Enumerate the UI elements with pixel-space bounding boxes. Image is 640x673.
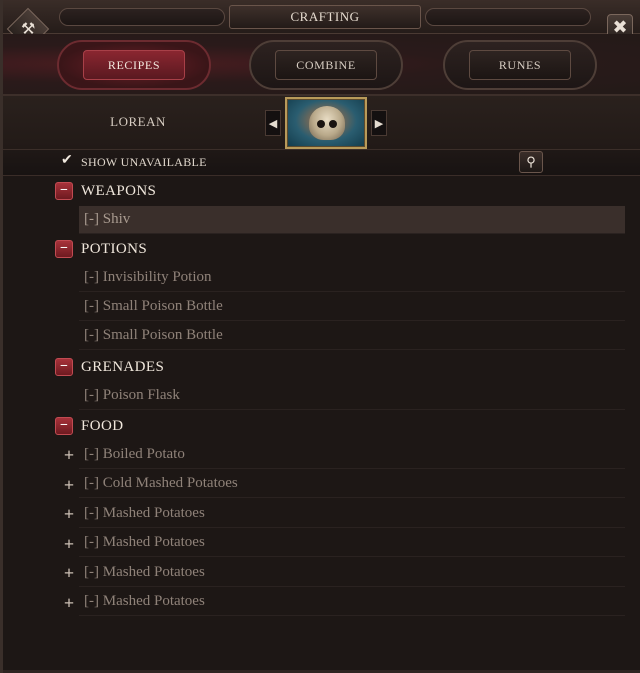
recipe-item[interactable]: [-] Poison Flask <box>79 382 625 410</box>
plus-icon[interactable]: + <box>62 476 76 494</box>
plus-icon[interactable]: + <box>62 535 76 553</box>
plus-icon[interactable]: + <box>62 505 76 523</box>
category-label: POTIONS <box>81 240 148 257</box>
filter-row: ✔ SHOW UNAVAILABLE ⚲ <box>3 150 640 176</box>
window-title: CRAFTING <box>229 5 421 29</box>
character-portrait[interactable] <box>285 97 367 149</box>
title-rail-left <box>59 8 225 26</box>
recipe-item[interactable]: [-] Mashed Potatoes <box>79 559 625 587</box>
tab-runes-label: RUNES <box>469 50 571 80</box>
prev-character-button[interactable]: ◀ <box>265 110 281 136</box>
tab-combine[interactable]: COMBINE <box>249 40 403 90</box>
plus-icon[interactable]: + <box>62 446 76 464</box>
next-character-button[interactable]: ▶ <box>371 110 387 136</box>
minus-icon[interactable]: − <box>55 240 73 258</box>
recipe-item[interactable]: [-] Mashed Potatoes <box>79 500 625 528</box>
recipe-item[interactable]: [-] Shiv <box>79 206 625 234</box>
category-food[interactable]: − FOOD <box>55 413 123 439</box>
recipe-item[interactable]: [-] Boiled Potato <box>79 441 625 469</box>
recipe-item[interactable]: [-] Small Poison Bottle <box>79 322 625 350</box>
minus-icon[interactable]: − <box>55 358 73 376</box>
recipe-item[interactable]: [-] Mashed Potatoes <box>79 529 625 557</box>
tab-recipes-label: RECIPES <box>83 50 185 80</box>
chevron-right-icon: ▶ <box>374 117 384 130</box>
minus-icon[interactable]: − <box>55 417 73 435</box>
skull-eye-right <box>329 120 337 128</box>
category-potions[interactable]: − POTIONS <box>55 236 147 262</box>
title-rail-right <box>425 8 591 26</box>
tab-bar: RECIPES COMBINE RUNES <box>3 34 640 96</box>
character-name: LOREAN <box>110 114 166 129</box>
category-label: GRENADES <box>81 358 165 375</box>
magnifier-icon: ⚲ <box>526 154 536 169</box>
search-button[interactable]: ⚲ <box>519 151 543 173</box>
plus-icon[interactable]: + <box>62 564 76 582</box>
recipe-item[interactable]: [-] Mashed Potatoes <box>79 588 625 616</box>
chevron-left-icon: ◀ <box>268 117 278 130</box>
skull-eye-left <box>317 120 325 128</box>
minus-icon[interactable]: − <box>55 182 73 200</box>
show-unavailable-checkbox[interactable]: ✔ <box>61 154 75 168</box>
plus-icon[interactable]: + <box>62 594 76 612</box>
crafting-window: CRAFTING ⚒ ✖ RECIPES COMBINE RUNES LOREA… <box>0 0 640 673</box>
skull-icon <box>309 106 345 140</box>
checkmark-icon: ✔ <box>61 153 73 168</box>
show-unavailable-label: SHOW UNAVAILABLE <box>81 155 207 169</box>
category-label: FOOD <box>81 417 124 434</box>
tab-runes[interactable]: RUNES <box>443 40 597 90</box>
recipe-item[interactable]: [-] Invisibility Potion <box>79 264 625 292</box>
category-weapons[interactable]: − WEAPONS <box>55 178 156 204</box>
title-bar: CRAFTING ⚒ ✖ <box>3 0 640 51</box>
tab-combine-label: COMBINE <box>275 50 377 80</box>
recipe-list: − WEAPONS [-] Shiv − POTIONS [-] Invisib… <box>3 176 640 673</box>
tab-recipes[interactable]: RECIPES <box>57 40 211 90</box>
recipe-item[interactable]: [-] Cold Mashed Potatoes <box>79 470 625 498</box>
category-grenades[interactable]: − GRENADES <box>55 354 164 380</box>
character-selector: LOREAN ◀ ▶ <box>3 96 640 150</box>
category-label: WEAPONS <box>81 182 157 199</box>
recipe-item[interactable]: [-] Small Poison Bottle <box>79 293 625 321</box>
